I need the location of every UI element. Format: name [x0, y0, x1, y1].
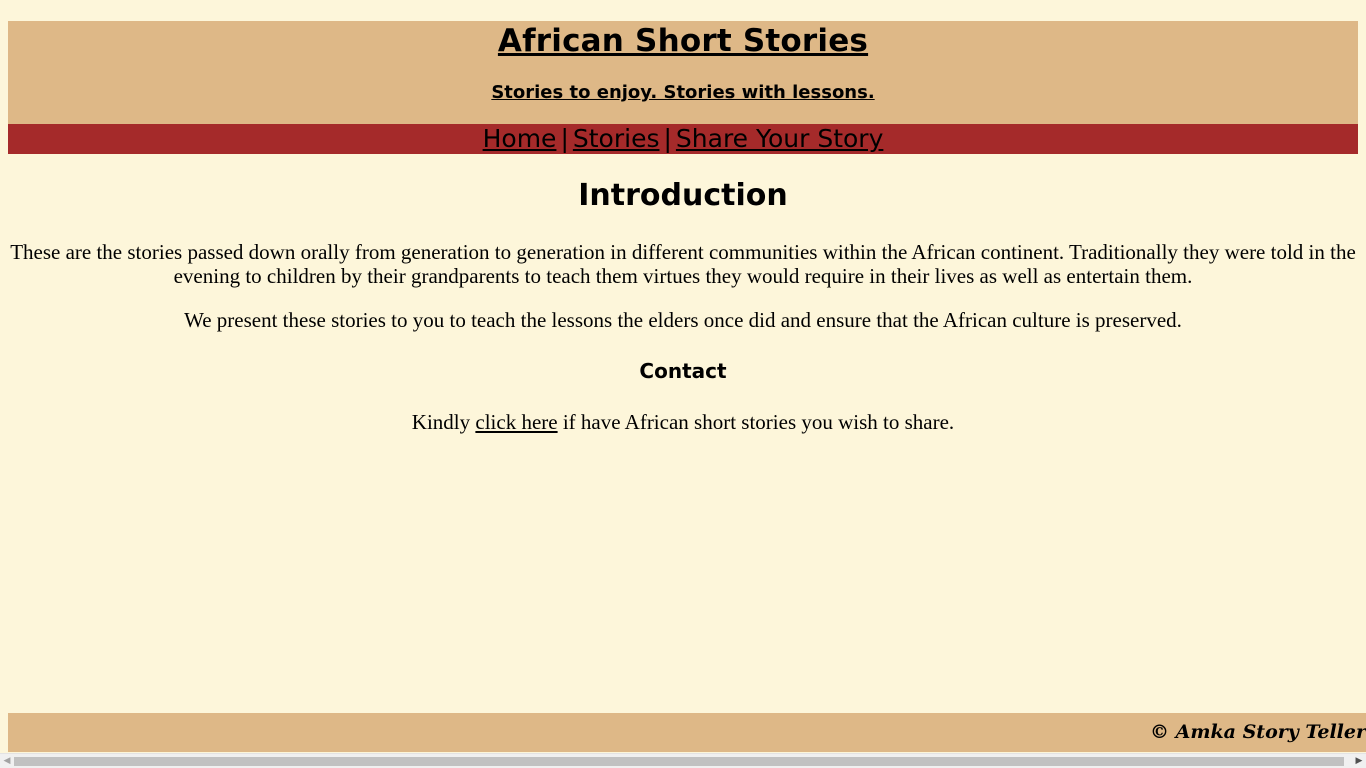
contact-link[interactable]: click here — [475, 410, 557, 434]
introduction-heading: Introduction — [578, 178, 788, 213]
scrollbar-thumb[interactable] — [14, 757, 1344, 766]
contact-prefix: Kindly — [411, 410, 476, 434]
contact-heading: Contact — [639, 359, 727, 383]
site-tagline: Stories to enjoy. Stories with lessons. — [491, 82, 875, 103]
site-footer: © Amka Story Teller — [8, 713, 1366, 752]
nav-link-share-your-story[interactable]: Share Your Story — [676, 124, 883, 153]
mission-paragraph: We present these stories to you to teach… — [184, 308, 1182, 332]
nav-link-stories[interactable]: Stories — [573, 124, 660, 153]
copyright-text: © Amka Story Teller — [1150, 721, 1366, 743]
horizontal-scrollbar[interactable]: ◀ ▶ — [0, 753, 1366, 768]
scroll-left-arrow-icon[interactable]: ◀ — [0, 754, 14, 768]
introduction-paragraph: These are the stories passed down orally… — [10, 240, 1356, 288]
scroll-right-arrow-icon[interactable]: ▶ — [1352, 754, 1366, 768]
site-title: African Short Stories — [497, 23, 869, 59]
site-header: African Short Stories Stories to enjoy. … — [8, 21, 1358, 124]
nav-separator: | — [560, 124, 569, 153]
main-nav: Home | Stories | Share Your Story — [8, 124, 1358, 154]
contact-suffix: if have African short stories you wish t… — [557, 410, 955, 434]
nav-link-home[interactable]: Home — [483, 124, 557, 153]
nav-separator: | — [663, 124, 672, 153]
contact-paragraph: Kindly click here if have African short … — [8, 410, 1358, 434]
